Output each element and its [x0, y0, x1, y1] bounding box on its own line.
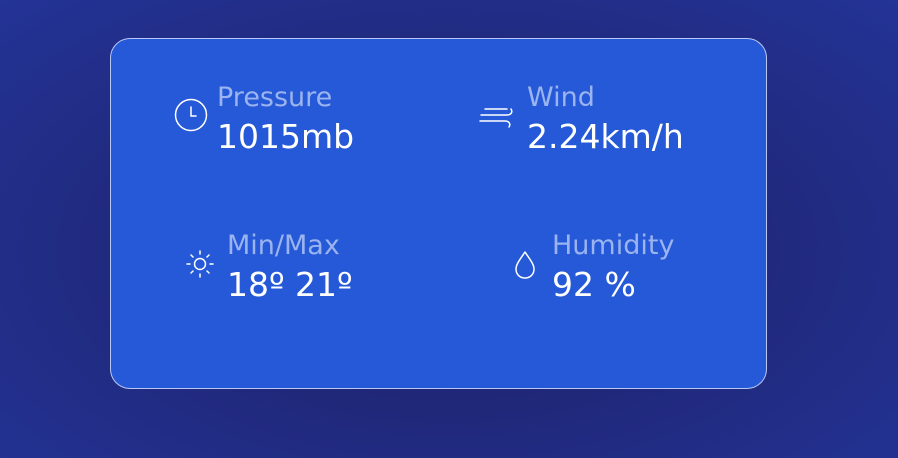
wind-icon [477, 99, 519, 139]
sun-icon [181, 243, 221, 283]
pressure-label: Pressure [217, 82, 333, 113]
wind-label: Wind [527, 82, 595, 113]
weather-details-card: Pressure 1015mb Wind 2.24km/h Min/Max 18… [110, 38, 767, 389]
droplet-icon [507, 243, 545, 283]
humidity-label: Humidity [552, 230, 675, 261]
wind-value: 2.24km/h [527, 117, 684, 156]
pressure-value: 1015mb [217, 117, 355, 156]
min-max-stat: Min/Max 18º 21º [181, 231, 353, 305]
pressure-stat: Pressure 1015mb [171, 83, 354, 157]
min-max-value: 18º 21º [227, 265, 353, 304]
clock-icon [171, 97, 211, 137]
humidity-value: 92 % [552, 265, 636, 304]
min-max-label: Min/Max [227, 230, 340, 261]
humidity-stat: Humidity 92 % [507, 231, 674, 305]
wind-stat: Wind 2.24km/h [477, 83, 684, 157]
